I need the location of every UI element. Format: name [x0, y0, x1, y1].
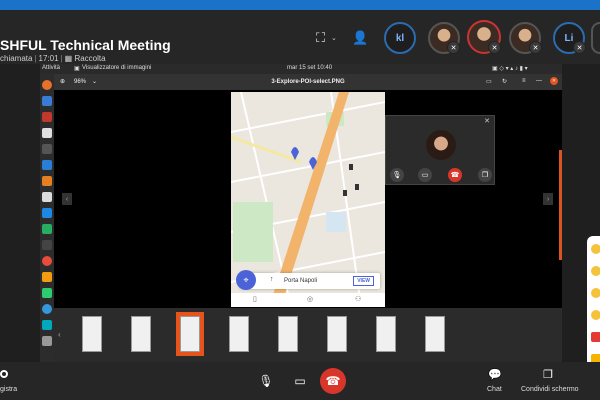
meeting-title: SHFUL Technical Meeting — [0, 37, 171, 53]
call-time: 17:01 — [38, 54, 59, 63]
emoji-surprised-icon[interactable] — [591, 288, 600, 298]
app-icon[interactable] — [42, 336, 52, 346]
ubuntu-dock — [40, 74, 54, 362]
expand-window-icon[interactable]: ❐ — [478, 168, 492, 182]
rotate-icon[interactable]: ↻ — [502, 78, 507, 85]
poi-name: Porta Napoli — [284, 278, 318, 284]
ubuntu-top-bar: Attività ▣ Visualizzatore di immagini ma… — [40, 64, 562, 74]
heart-icon[interactable] — [591, 332, 600, 342]
mic-muted-icon: ✕ — [488, 41, 501, 54]
scrollbar-thumb[interactable] — [559, 150, 562, 260]
microphone-icon[interactable]: 🎙 — [390, 168, 404, 182]
locate-icon[interactable]: ⌖ — [236, 270, 256, 290]
close-icon[interactable]: ✕ — [484, 117, 490, 125]
emoji-sad-icon[interactable] — [591, 266, 600, 276]
participant-avatar-partial[interactable] — [591, 22, 600, 54]
participant-video — [426, 130, 456, 160]
camera-off-icon[interactable]: ▭ — [287, 368, 313, 394]
gallery-icon: ▦ — [64, 54, 73, 63]
scroll-left-arrow[interactable]: ‹ — [58, 330, 61, 339]
explore-tab-icon[interactable]: ◎ — [307, 295, 313, 303]
next-image-arrow[interactable]: › — [543, 193, 553, 205]
mic-muted-icon: ✕ — [573, 41, 586, 54]
thumbnail-item[interactable] — [229, 316, 249, 352]
thumbnail-item[interactable] — [278, 316, 298, 352]
image-viewer-header: ⊕ 96% ⌄ 3-Explore-POI-select.PNG ▭ ↻ ≡ —… — [54, 74, 562, 90]
terminal-icon[interactable] — [42, 144, 52, 154]
floating-call-window[interactable]: ✕ 🎙 ▭ ☎ ❐ — [385, 115, 495, 185]
mic-muted-icon: ✕ — [447, 41, 460, 54]
add-participant-icon[interactable]: 👤 — [352, 30, 368, 46]
share-screen-label[interactable]: Condividi schermo — [521, 386, 579, 393]
view-button[interactable]: VIEW — [353, 276, 374, 286]
up-arrow-icon: ↑ — [270, 276, 274, 283]
filezilla-icon[interactable] — [42, 112, 52, 122]
record-label[interactable]: gistra — [0, 386, 17, 393]
firefox-icon[interactable] — [42, 80, 52, 90]
chrome-icon[interactable] — [42, 304, 52, 314]
ubuntu-software-icon[interactable] — [42, 256, 52, 266]
skype-icon[interactable] — [42, 320, 52, 330]
image-viewer-icon: ▣ — [74, 66, 80, 72]
end-call-icon[interactable]: ☎ — [448, 168, 462, 182]
app-icon[interactable] — [42, 288, 52, 298]
profile-tab-icon[interactable]: ⚇ — [355, 295, 361, 303]
activities-label[interactable]: Attività — [42, 65, 60, 71]
mic-muted-icon: ✕ — [529, 41, 542, 54]
image-viewer-icon[interactable] — [42, 224, 52, 234]
app-icon[interactable] — [42, 272, 52, 282]
impress-icon[interactable] — [42, 176, 52, 186]
emoji-laugh-icon[interactable] — [591, 310, 600, 320]
gallery-toggle-icon[interactable]: ▭ — [486, 78, 492, 85]
thumbnail-item[interactable] — [327, 316, 347, 352]
tray-icons[interactable]: ▣ ◇ ▾ ▴ ♪ ▮ ▾ — [492, 65, 528, 72]
thumbnail-item[interactable] — [376, 316, 396, 352]
emoji-smile-icon[interactable] — [591, 244, 600, 254]
app-name-label[interactable]: Visualizzatore di immagini — [82, 65, 151, 71]
map-bottom-nav: ▯ ◎ ⚇ — [231, 293, 385, 307]
chevron-down-icon[interactable]: ⌄ — [331, 34, 337, 42]
share-screen-icon[interactable]: ❐ — [543, 368, 553, 381]
chat-label[interactable]: Chat — [487, 386, 502, 393]
end-call-button[interactable]: ☎ — [320, 368, 346, 394]
thumbnail-item[interactable] — [425, 316, 445, 352]
minimize-icon[interactable]: — — [536, 78, 542, 84]
focus-frame-icon[interactable]: ⛶ — [316, 30, 325, 46]
meeting-subtitle: chiamata | 17:01 | ▦ Raccolta — [0, 54, 106, 63]
top-accent-strip — [0, 0, 600, 10]
gallery-label[interactable]: Raccolta — [74, 54, 105, 63]
app-icon[interactable] — [42, 240, 52, 250]
files-icon[interactable] — [42, 128, 52, 138]
map-tab-icon[interactable]: ▯ — [253, 295, 257, 303]
camera-off-icon[interactable]: ▭ — [418, 168, 432, 182]
vscode-icon[interactable] — [42, 208, 52, 218]
thumbnail-item[interactable] — [176, 312, 204, 356]
record-icon[interactable] — [0, 370, 8, 378]
menu-icon[interactable]: ≡ — [522, 78, 526, 84]
poi-card[interactable]: ↑ Porta Napoli VIEW — [240, 273, 380, 289]
thumbnail-item[interactable] — [131, 316, 151, 352]
call-label: chiamata — [0, 54, 33, 63]
microphone-muted-icon[interactable]: 🎙 — [253, 368, 279, 394]
thumbnail-item[interactable] — [82, 316, 102, 352]
close-icon[interactable]: ✕ — [550, 77, 558, 85]
participant-avatar[interactable]: kl — [384, 22, 416, 54]
clock-label[interactable]: mar 15 set 10:40 — [287, 65, 332, 71]
writer-icon[interactable] — [42, 160, 52, 170]
previous-image-arrow[interactable]: ‹ — [62, 193, 72, 205]
chat-icon[interactable]: 💬 — [488, 368, 502, 381]
chromium-icon[interactable] — [42, 96, 52, 106]
document-icon[interactable] — [42, 192, 52, 202]
